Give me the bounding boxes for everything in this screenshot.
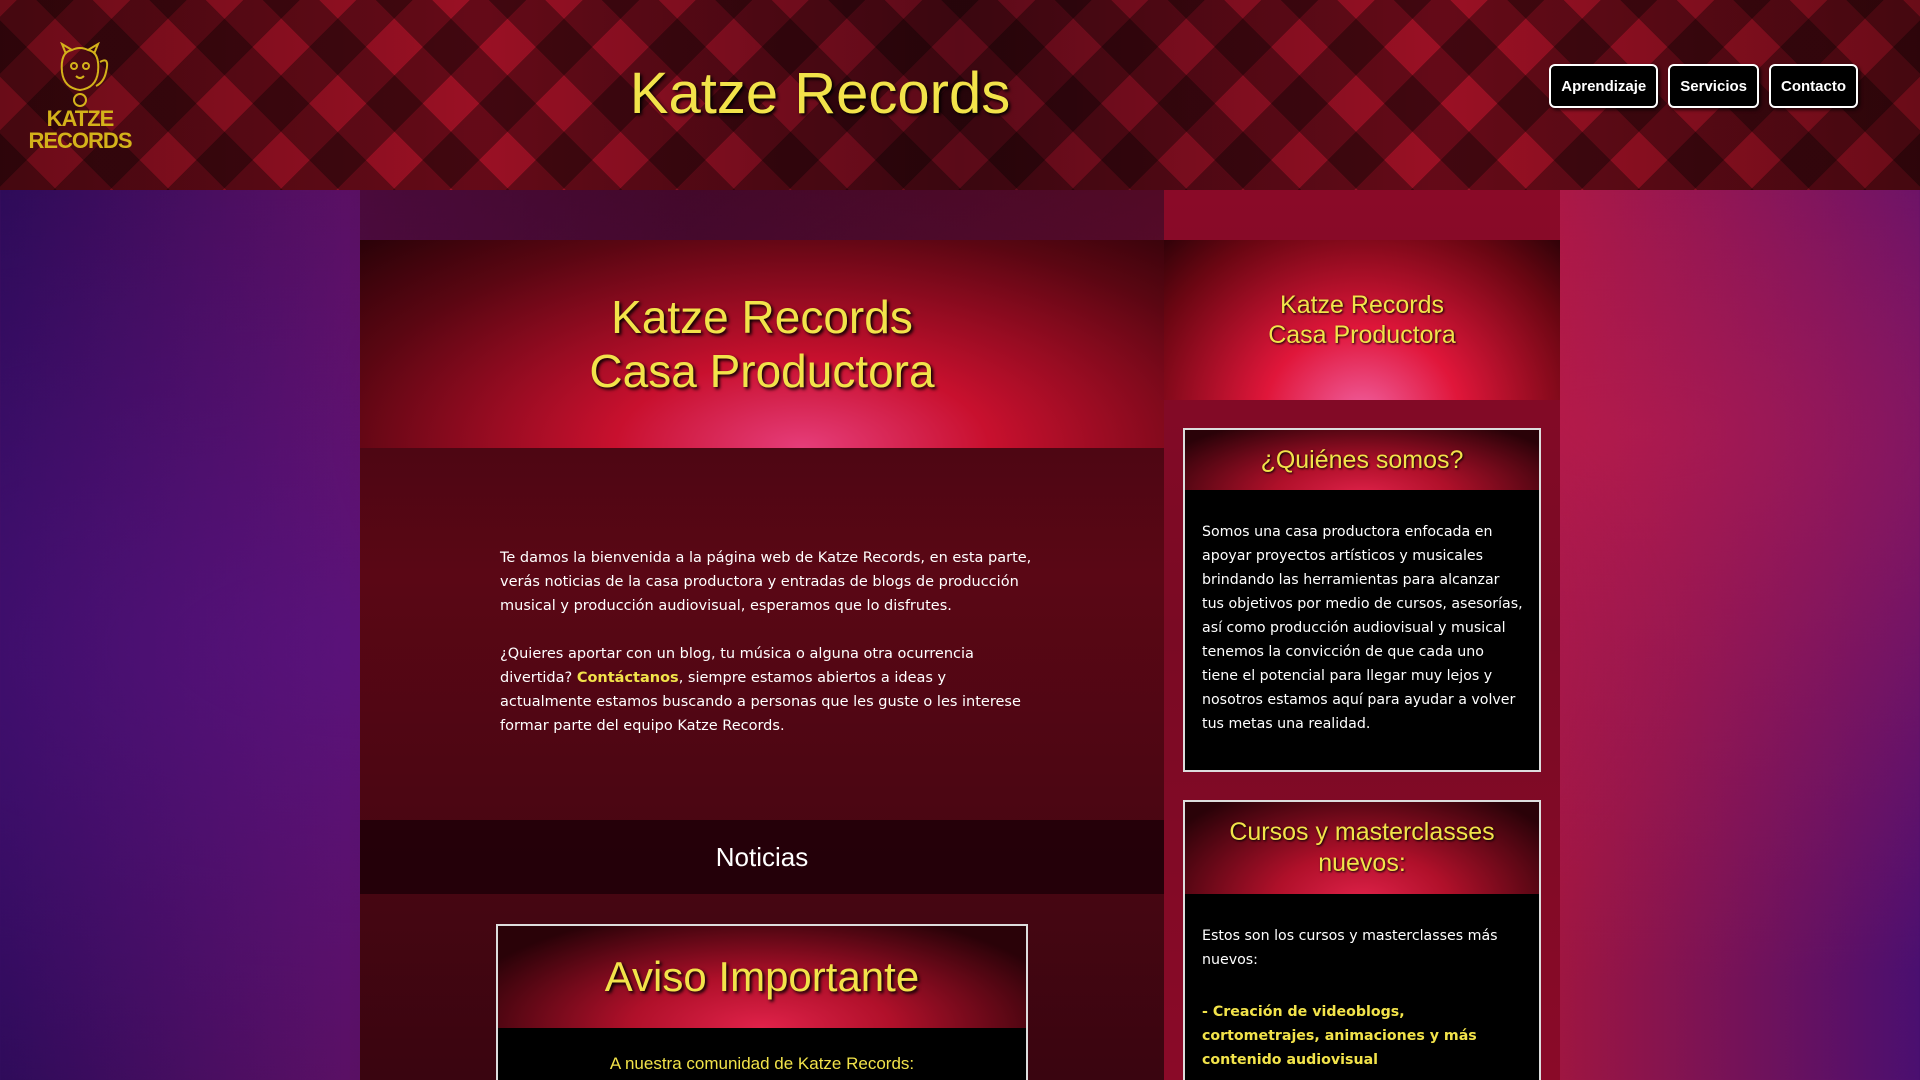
news-section-header: Noticias (360, 820, 1164, 894)
courses-card-body: Estos son los cursos y masterclasses más… (1185, 894, 1539, 1080)
notice-title: Aviso Importante (604, 953, 920, 1000)
about-card-body: Somos una casa productora enfocada en ap… (1185, 490, 1539, 770)
about-card: ¿Quiénes somos? Somos una casa productor… (1183, 428, 1541, 772)
logo[interactable]: KATZE RECORDS (28, 36, 133, 153)
course-item-1[interactable]: - Creación de videoblogs, cortometrajes,… (1202, 1000, 1523, 1072)
main-nav: Aprendizaje Servicios Contacto (1549, 64, 1858, 108)
cat-logo-icon (60, 42, 109, 107)
notice-card-header: Aviso Importante (498, 926, 1026, 1028)
contact-link[interactable]: Contáctanos (577, 670, 679, 686)
main-content: Katze Records Casa Productora Te damos l… (360, 190, 1164, 1080)
sidebar-hero-title: Katze Records (1280, 291, 1444, 319)
nav-contacto-button[interactable]: Contacto (1769, 64, 1858, 108)
courses-title-line-2: nuevos: (1318, 849, 1406, 877)
sidebar: Katze Records Casa Productora ¿Quiénes s… (1164, 190, 1560, 1080)
main-hero: Katze Records Casa Productora (360, 240, 1164, 448)
nav-aprendizaje-button[interactable]: Aprendizaje (1549, 64, 1659, 108)
courses-card: Cursos y masterclasses nuevos: Estos son… (1183, 800, 1541, 1080)
news-title: Noticias (715, 841, 809, 872)
about-text: Somos una casa productora enfocada en ap… (1202, 524, 1523, 732)
main-hero-title: Katze Records (611, 291, 913, 343)
main-hero-subtitle: Casa Productora (589, 345, 935, 397)
intro-paragraph-1: Te damos la bienvenida a la página web d… (500, 550, 1032, 614)
logo-text-bottom: RECORDS (28, 128, 132, 153)
about-card-header: ¿Quiénes somos? (1185, 430, 1539, 490)
intro-paragraph-2: ¿Quieres aportar con un blog, tu música … (500, 642, 1040, 738)
nav-servicios-button[interactable]: Servicios (1668, 64, 1759, 108)
notice-subtitle: A nuestra comunidad de Katze Records: (609, 1054, 915, 1073)
courses-card-header: Cursos y masterclasses nuevos: (1185, 802, 1539, 894)
sidebar-hero-subtitle: Casa Productora (1268, 321, 1456, 349)
courses-title-line-1: Cursos y masterclasses (1229, 818, 1495, 846)
site-title: Katze Records (629, 61, 1011, 126)
notice-card[interactable]: Aviso Importante A nuestra comunidad de … (496, 924, 1028, 1080)
about-title: ¿Quiénes somos? (1260, 445, 1464, 474)
courses-intro: Estos son los cursos y masterclasses más… (1202, 928, 1498, 968)
sidebar-hero: Katze Records Casa Productora (1164, 240, 1560, 400)
site-header: KATZE RECORDS Katze Records Aprendizaje … (0, 0, 1920, 190)
intro-text: Te damos la bienvenida a la página web d… (500, 546, 1040, 762)
logo-text-top: KATZE (46, 106, 115, 131)
